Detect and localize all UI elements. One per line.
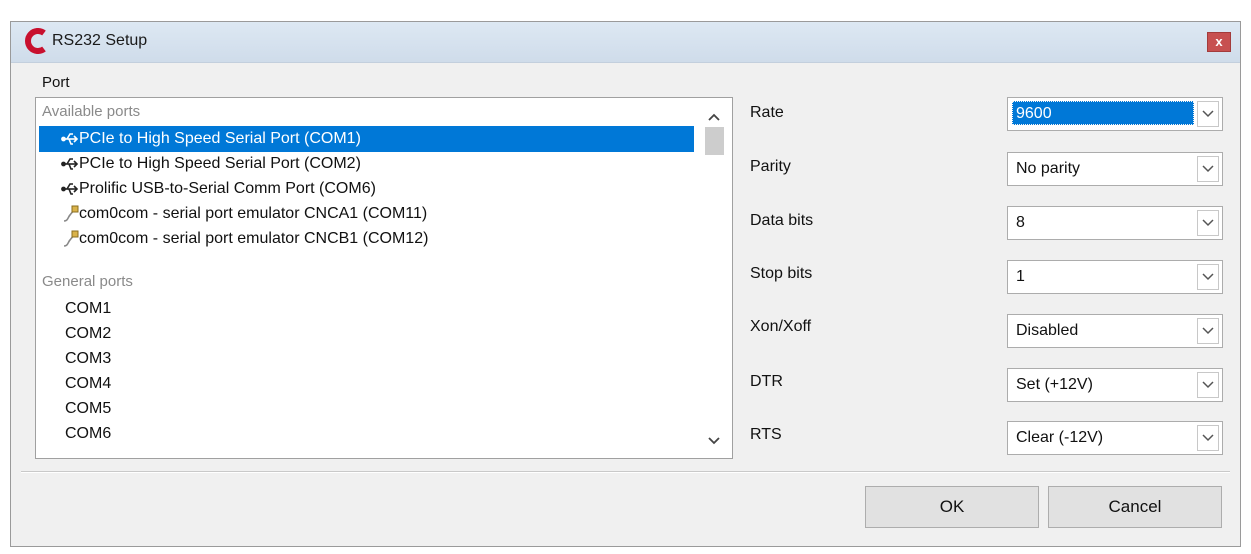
stop-bits-dropdown-button[interactable] [1197, 264, 1219, 290]
list-item[interactable]: PCIe to High Speed Serial Port (COM2) [39, 151, 694, 177]
port-label: com0com - serial port emulator CNCA1 (CO… [79, 205, 428, 222]
parity-select[interactable]: No parity [1007, 152, 1223, 186]
data-bits-label: Data bits [750, 212, 814, 229]
list-item[interactable]: COM3 [65, 346, 111, 372]
rate-value: 9600 [1012, 101, 1194, 125]
stop-bits-label: Stop bits [750, 265, 813, 282]
serial-cable-icon [63, 230, 79, 247]
rts-select[interactable]: Clear (-12V) [1007, 421, 1223, 455]
data-bits-select[interactable]: 8 [1007, 206, 1223, 240]
chevron-down-icon [1202, 381, 1214, 389]
ok-button[interactable]: OK [865, 486, 1039, 528]
list-item[interactable]: Prolific USB-to-Serial Comm Port (COM6) [39, 176, 694, 202]
chevron-down-icon[interactable] [706, 432, 722, 448]
stop-bits-select[interactable]: 1 [1007, 260, 1223, 294]
data-bits-value: 8 [1016, 214, 1025, 231]
chevron-up-icon[interactable] [706, 110, 722, 126]
parity-label: Parity [750, 158, 791, 175]
footer-divider [21, 471, 1230, 473]
rts-value: Clear (-12V) [1016, 429, 1104, 446]
chevron-down-icon [1202, 327, 1214, 335]
close-button[interactable]: x [1207, 32, 1231, 52]
xon-xoff-dropdown-button[interactable] [1197, 318, 1219, 344]
available-ports-header: Available ports [42, 103, 141, 120]
port-group-label: Port [42, 74, 70, 91]
usb-icon [61, 183, 79, 195]
port-label: Prolific USB-to-Serial Comm Port (COM6) [79, 180, 376, 197]
xon-xoff-label: Xon/Xoff [750, 318, 812, 335]
list-item[interactable]: PCIe to High Speed Serial Port (COM1) [39, 126, 694, 152]
rts-label: RTS [750, 426, 782, 443]
chevron-down-icon [1202, 273, 1214, 281]
parity-value: No parity [1016, 160, 1081, 177]
dtr-label: DTR [750, 373, 783, 390]
rate-select[interactable]: 9600 [1007, 97, 1223, 131]
usb-icon [61, 158, 79, 170]
rts-dropdown-button[interactable] [1197, 425, 1219, 451]
list-item[interactable]: com0com - serial port emulator CNCB1 (CO… [39, 226, 694, 252]
data-bits-dropdown-button[interactable] [1197, 210, 1219, 236]
title-bar[interactable]: RS232 Setup x [11, 22, 1240, 63]
usb-icon [61, 133, 79, 145]
general-ports-header: General ports [42, 273, 133, 290]
stop-bits-value: 1 [1016, 268, 1025, 285]
dtr-value: Set (+12V) [1016, 376, 1093, 393]
xon-xoff-select[interactable]: Disabled [1007, 314, 1223, 348]
port-list-scrollbar[interactable] [696, 98, 732, 458]
list-item[interactable]: COM5 [65, 396, 111, 422]
port-list[interactable]: Available ports PCIe to High Speed Seria… [35, 97, 733, 459]
xon-xoff-value: Disabled [1016, 322, 1079, 339]
chevron-down-icon [1202, 110, 1214, 118]
app-logo-icon [25, 28, 46, 54]
list-item[interactable]: COM2 [65, 321, 111, 347]
port-label: PCIe to High Speed Serial Port (COM1) [79, 130, 361, 147]
cancel-button[interactable]: Cancel [1048, 486, 1222, 528]
dtr-select[interactable]: Set (+12V) [1007, 368, 1223, 402]
parity-dropdown-button[interactable] [1197, 156, 1219, 182]
list-item[interactable]: COM4 [65, 371, 111, 397]
scrollbar-thumb[interactable] [705, 127, 724, 155]
port-label: com0com - serial port emulator CNCB1 (CO… [79, 230, 429, 247]
serial-cable-icon [63, 205, 79, 222]
rate-label: Rate [750, 104, 784, 121]
chevron-down-icon [1202, 434, 1214, 442]
list-item[interactable]: COM6 [65, 421, 111, 447]
rs232-setup-dialog: RS232 Setup x Port Available ports PCIe … [10, 21, 1241, 547]
list-item[interactable]: COM1 [65, 296, 111, 322]
window-title: RS232 Setup [52, 32, 148, 49]
port-label: PCIe to High Speed Serial Port (COM2) [79, 155, 361, 172]
rate-dropdown-button[interactable] [1197, 101, 1219, 127]
dtr-dropdown-button[interactable] [1197, 372, 1219, 398]
chevron-down-icon [1202, 219, 1214, 227]
chevron-down-icon [1202, 165, 1214, 173]
list-item[interactable]: com0com - serial port emulator CNCA1 (CO… [39, 201, 694, 227]
